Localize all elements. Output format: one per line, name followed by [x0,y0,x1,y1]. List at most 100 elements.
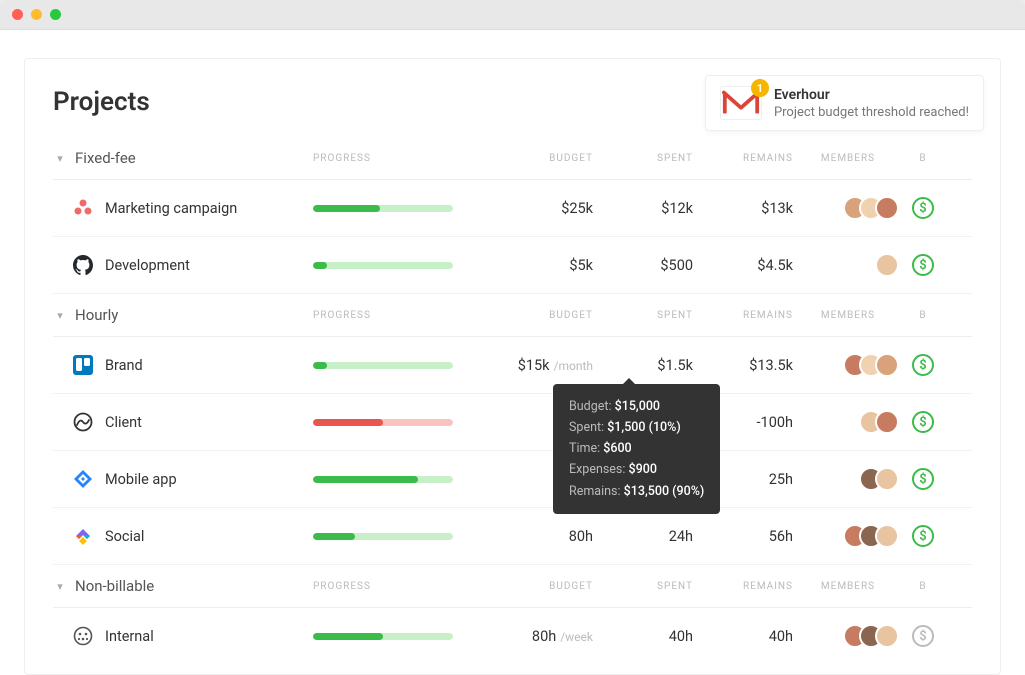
progress-cell [313,362,483,369]
column-header-spent: SPENT [593,153,693,164]
column-header-members: MEMBERS [793,581,903,592]
jira-icon [73,469,93,489]
column-header-progress: PROGRESS [313,310,483,321]
section-header: ▾Fixed-feePROGRESSBUDGETSPENTREMAINSMEMB… [53,137,972,180]
project-name[interactable]: Client [53,412,313,432]
billable-indicator[interactable]: $ [912,411,934,433]
billable-indicator[interactable]: $ [912,354,934,376]
project-name[interactable]: Development [53,255,313,275]
project-label: Social [105,528,144,545]
trello-icon [73,355,93,375]
project-label: Development [105,257,190,274]
clickup-icon [73,526,93,546]
project-row[interactable]: Mobile app100h25h$ [53,451,972,508]
remains-cell: $4.5k [693,257,793,274]
billable-cell: $ [903,197,943,219]
budget-cell: $5k [483,257,593,274]
project-label: Mobile app [105,471,177,488]
close-window-button[interactable] [12,9,23,20]
avatar[interactable] [875,410,899,434]
project-row[interactable]: Social80h24h56h$ [53,508,972,565]
remains-cell: $13k [693,200,793,217]
notification-title: Everhour [774,87,969,103]
section-title-label: Hourly [75,306,118,324]
section-toggle[interactable]: ▾Non-billable [53,577,313,595]
projects-card: Projects 1 Everhour Project budget thres… [24,58,1001,675]
progress-bar [313,533,453,540]
content-area: Projects 1 Everhour Project budget thres… [0,30,1025,675]
window-title-bar [0,0,1025,30]
avatar[interactable] [875,196,899,220]
project-label: Marketing campaign [105,200,237,217]
members-cell [793,353,903,377]
billable-indicator[interactable]: $ [912,625,934,647]
billable-indicator[interactable]: $ [912,254,934,276]
billable-cell: $ [903,354,943,376]
avatar[interactable] [875,353,899,377]
members-cell [793,624,903,648]
project-name[interactable]: Internal [53,626,313,646]
column-header-billable: B [903,310,943,321]
section-toggle[interactable]: ▾Hourly [53,306,313,324]
section-title-label: Fixed-fee [75,149,136,167]
budget-suffix: /week [560,630,593,644]
progress-bar [313,633,453,640]
notification-toast[interactable]: 1 Everhour Project budget threshold reac… [705,75,984,131]
budget-tooltip: Budget: $15,000 Spent: $1,500 (10%) Time… [553,384,720,514]
avatar[interactable] [875,524,899,548]
project-name[interactable]: Mobile app [53,469,313,489]
column-header-members: MEMBERS [793,310,903,321]
project-label: Brand [105,357,143,374]
avatar[interactable] [875,624,899,648]
project-name[interactable]: Social [53,526,313,546]
column-header-progress: PROGRESS [313,581,483,592]
column-header-billable: B [903,581,943,592]
project-row[interactable]: Internal80h/week40h40h$ [53,608,972,664]
minimize-window-button[interactable] [31,9,42,20]
billable-indicator[interactable]: $ [912,197,934,219]
spent-cell: $12k [593,200,693,217]
window-controls [12,9,61,20]
section-toggle[interactable]: ▾Fixed-fee [53,149,313,167]
billable-cell: $ [903,525,943,547]
billable-indicator[interactable]: $ [912,525,934,547]
members-cell [793,410,903,434]
browser-window: Projects 1 Everhour Project budget thres… [0,0,1025,675]
spent-cell: 40h [593,628,693,645]
column-header-progress: PROGRESS [313,153,483,164]
notification-text: Everhour Project budget threshold reache… [774,87,969,120]
avatar[interactable] [875,253,899,277]
project-row[interactable]: Brand$15k/month$1.5k$13.5k$ [53,337,972,394]
avatar[interactable] [875,467,899,491]
project-row[interactable]: Marketing campaign$25k$12k$13k$ [53,180,972,237]
project-row[interactable]: Client200h-100h$ [53,394,972,451]
project-label: Client [105,414,142,431]
members-cell [793,524,903,548]
remains-cell: 56h [693,528,793,545]
project-row[interactable]: Development $5k$500$4.5k $ [53,237,972,294]
spent-cell: $500 [593,257,693,274]
remains-cell: 40h [693,628,793,645]
project-name[interactable]: Marketing campaign [53,198,313,218]
billable-indicator[interactable]: $ [912,468,934,490]
column-header-spent: SPENT [593,581,693,592]
remains-cell: $13.5k [693,357,793,374]
github-icon [73,255,93,275]
budget-cell: 80h/week [483,628,593,645]
project-name[interactable]: Brand [53,355,313,375]
notification-badge: 1 [751,79,769,97]
column-header-members: MEMBERS [793,153,903,164]
section-header: ▾Non-billablePROGRESSBUDGETSPENTREMAINSM… [53,565,972,608]
notification-message: Project budget threshold reached! [774,105,969,120]
gmail-icon: 1 [720,86,762,120]
maximize-window-button[interactable] [50,9,61,20]
progress-bar [313,362,453,369]
column-header-remains: REMAINS [693,581,793,592]
billable-cell: $ [903,625,943,647]
progress-cell [313,205,483,212]
progress-cell [313,533,483,540]
progress-bar [313,205,453,212]
asana-icon [73,198,93,218]
spent-cell: $1.5k [593,357,693,374]
billable-cell: $ [903,254,943,276]
